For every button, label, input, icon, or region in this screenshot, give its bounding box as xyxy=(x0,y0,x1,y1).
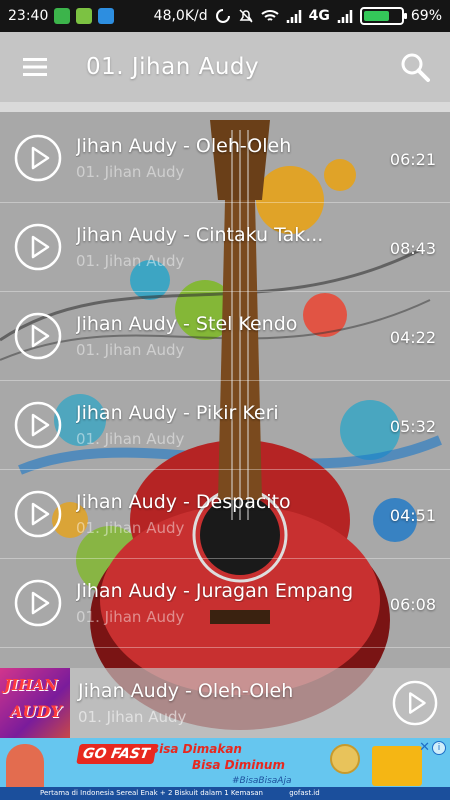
list-top-divider xyxy=(0,102,450,112)
song-row[interactable]: Jihan Audy - Oleh-Oleh 01. Jihan Audy 06… xyxy=(0,114,450,203)
song-title: Jihan Audy - Pikir Keri xyxy=(76,402,279,424)
status-time: 23:40 xyxy=(8,8,49,24)
song-row[interactable]: Jihan Audy - Juragan Empang 01. Jihan Au… xyxy=(0,559,450,648)
now-playing-play-icon[interactable] xyxy=(392,680,438,726)
ad-headline-1: Bisa Dimakan xyxy=(150,742,242,756)
song-row[interactable]: Jihan Audy - Pikir Keri 01. Jihan Audy 0… xyxy=(0,381,450,470)
song-title: Jihan Audy - Juragan Empang xyxy=(76,580,354,602)
song-duration: 04:51 xyxy=(389,506,436,525)
search-button[interactable] xyxy=(380,32,450,102)
sync-icon xyxy=(215,9,230,23)
ad-brand-logo: GO FAST xyxy=(76,744,157,764)
song-duration: 06:08 xyxy=(389,595,436,614)
app-icon xyxy=(54,8,71,24)
battery-icon xyxy=(359,7,407,25)
song-duration: 06:21 xyxy=(389,150,436,169)
song-duration: 05:32 xyxy=(389,417,436,436)
play-icon[interactable] xyxy=(14,223,62,271)
album-cover: JIHAN AUDY xyxy=(0,668,70,738)
ad-biscuit-image xyxy=(330,744,360,774)
ad-footer: Pertama di Indonesia Sereal Enak + 2 Bis… xyxy=(0,787,450,800)
song-title: Jihan Audy - Oleh-Oleh xyxy=(76,135,292,157)
play-icon[interactable] xyxy=(14,134,62,182)
signal-icon xyxy=(286,10,301,23)
cloud-icon xyxy=(98,8,115,24)
battery-fill xyxy=(363,11,389,21)
ad-social: gofast.id xyxy=(289,789,320,797)
song-duration: 04:22 xyxy=(389,328,436,347)
song-row[interactable]: Jihan Audy - Despacito 01. Jihan Audy 04… xyxy=(0,470,450,559)
now-playing-bar[interactable]: JIHAN AUDY Jihan Audy - Oleh-Oleh 01. Ji… xyxy=(0,668,450,738)
play-icon[interactable] xyxy=(14,579,62,627)
song-title: Jihan Audy - Stel Kendo xyxy=(76,313,298,335)
now-playing-title: Jihan Audy - Oleh-Oleh xyxy=(78,680,294,702)
ad-close-icon[interactable]: ✕ xyxy=(419,740,430,755)
ad-info-icon[interactable]: i xyxy=(432,741,446,755)
mute-icon xyxy=(239,9,253,23)
hamburger-icon xyxy=(23,58,47,76)
ad-hashtag: #BisaBisaAja xyxy=(232,776,292,786)
app-bar: 01. Jihan Audy xyxy=(0,32,450,102)
song-duration: 08:43 xyxy=(389,239,436,258)
ad-headline-2: Bisa Diminum xyxy=(192,758,285,772)
ad-banner[interactable]: GO FAST Bisa Dimakan Bisa Diminum #BisaB… xyxy=(0,738,450,800)
search-icon xyxy=(401,53,430,82)
battery-percent: 69% xyxy=(410,8,442,24)
song-row[interactable]: Jihan Audy - Cintaku Tak... 01. Jihan Au… xyxy=(0,203,450,292)
play-icon[interactable] xyxy=(14,312,62,360)
ad-footer-text: Pertama di Indonesia Sereal Enak + 2 Bis… xyxy=(40,789,263,797)
status-bar: 23:40 48,0K/d 4G 69% xyxy=(0,0,450,32)
cover-text-line2: AUDY xyxy=(10,702,62,721)
now-playing-album: 01. Jihan Audy xyxy=(78,708,187,726)
wifi-icon xyxy=(260,10,279,21)
network-type: 4G xyxy=(308,8,330,24)
ad-product-image xyxy=(372,746,422,786)
signal-icon-2 xyxy=(337,10,353,23)
song-title: Jihan Audy - Despacito xyxy=(76,491,291,513)
song-list: Jihan Audy - Oleh-Oleh 01. Jihan Audy 06… xyxy=(0,114,450,648)
robot-icon xyxy=(76,8,93,24)
page-title: 01. Jihan Audy xyxy=(86,54,260,80)
network-speed: 48,0K/d xyxy=(153,8,208,24)
play-icon[interactable] xyxy=(14,490,62,538)
song-row[interactable]: Jihan Audy - Stel Kendo 01. Jihan Audy 0… xyxy=(0,292,450,381)
play-icon[interactable] xyxy=(14,401,62,449)
menu-button[interactable] xyxy=(0,32,70,102)
song-title: Jihan Audy - Cintaku Tak... xyxy=(76,224,324,246)
cover-text-line1: JIHAN xyxy=(4,676,58,694)
